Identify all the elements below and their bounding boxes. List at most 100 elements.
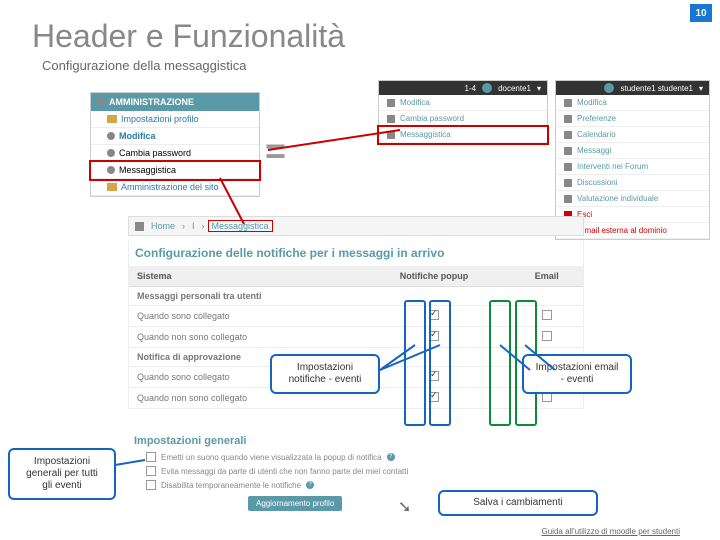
- user-item-label: Modifica: [400, 98, 430, 107]
- user-item-label: Cambia password: [400, 114, 464, 123]
- user-item-forum[interactable]: Interventi nei Forum: [556, 159, 709, 175]
- equals-symbol: =: [265, 130, 286, 172]
- admin-panel: AMMINISTRAZIONE Impostazioni profilo Mod…: [90, 92, 260, 197]
- user-top-bar: 1-4 docente1 ▾: [379, 81, 547, 95]
- home-icon: [135, 222, 144, 231]
- user-name: studente1 studente1: [620, 84, 693, 93]
- user-item-label: Discussioni: [577, 178, 617, 187]
- admin-header: AMMINISTRAZIONE: [91, 93, 259, 111]
- checkbox-sound[interactable]: [146, 452, 156, 462]
- admin-item-label: Amministrazione del sito: [121, 182, 219, 192]
- user-item-password[interactable]: Cambia password: [379, 111, 547, 127]
- breadcrumb: Home › I › Messaggistica: [128, 216, 584, 236]
- breadcrumb-home[interactable]: Home: [148, 221, 178, 231]
- user-item-label: E.mail esterna al dominio: [577, 226, 667, 235]
- save-button[interactable]: Aggiornamento profilo: [248, 496, 342, 511]
- breadcrumb-current: Messaggistica: [209, 221, 272, 231]
- user-item-label: Preferenze: [577, 114, 616, 123]
- col-email: Email: [511, 266, 584, 287]
- user-item-label: Messaggi: [577, 146, 611, 155]
- checkbox-popup-online[interactable]: [429, 310, 439, 320]
- arrow-icon: ➘: [398, 497, 411, 517]
- checkbox-popup-online2[interactable]: [429, 371, 439, 381]
- gear-icon: [564, 115, 572, 123]
- row-label: Quando sono collegato: [129, 306, 357, 327]
- callout-email: Impostazioni email - eventi: [522, 354, 632, 394]
- checkbox-email-online[interactable]: [542, 310, 552, 320]
- slide-title: Header e Funzionalità: [32, 18, 345, 55]
- general-row-block: Evita messaggi da parte di utenti che no…: [128, 464, 584, 478]
- bubble-icon: [564, 179, 572, 187]
- bubble-icon: [387, 131, 395, 139]
- general-row-label: Evita messaggi da parte di utenti che no…: [161, 467, 408, 476]
- help-icon[interactable]: ?: [387, 453, 395, 461]
- user-panel-teacher: 1-4 docente1 ▾ Modifica Cambia password Me…: [378, 80, 548, 144]
- user-item-calendar[interactable]: Calendario: [556, 127, 709, 143]
- admin-item-modify[interactable]: Modifica: [91, 128, 259, 145]
- checkbox-popup-offline[interactable]: [429, 331, 439, 341]
- user-item-preferences[interactable]: Preferenze: [556, 111, 709, 127]
- gear-icon: [107, 166, 115, 174]
- admin-item-siteadmin[interactable]: Amministrazione del sito: [91, 179, 259, 196]
- gear-icon: [97, 98, 105, 106]
- pencil-icon: [564, 99, 572, 107]
- user-item-messaging[interactable]: Messaggistica: [379, 127, 547, 143]
- user-top-bar: studente1 studente1▾: [556, 81, 709, 95]
- footer-link[interactable]: Guida all'utilizzo di moodle per student…: [542, 527, 681, 536]
- chevron-down-icon: ▾: [537, 84, 541, 93]
- checkbox-email-offline[interactable]: [542, 331, 552, 341]
- user-label: 1-4: [465, 84, 477, 93]
- table-row: Quando non sono collegato: [129, 327, 583, 348]
- row-label: Quando non sono collegato: [129, 327, 357, 348]
- general-row-sound: Emetti un suono quando viene visualizzat…: [128, 450, 584, 464]
- bubble-icon: [564, 147, 572, 155]
- chevron-right-icon: ›: [202, 221, 205, 231]
- col-system: Sistema: [129, 266, 357, 287]
- chevron-right-icon: ›: [182, 221, 185, 231]
- key-icon: [387, 115, 395, 123]
- general-title: Impostazioni generali: [128, 432, 584, 450]
- help-icon[interactable]: ?: [306, 481, 314, 489]
- bubble-icon: [564, 163, 572, 171]
- section-personal: Messaggi personali tra utenti: [129, 287, 583, 306]
- checkbox-disable[interactable]: [146, 480, 156, 490]
- gear-icon: [107, 149, 115, 157]
- config-title: Configurazione delle notifiche per i mes…: [129, 240, 583, 266]
- user-item-label: Calendario: [577, 130, 616, 139]
- user-item-discussions[interactable]: Discussioni: [556, 175, 709, 191]
- breadcrumb-sep[interactable]: I: [189, 221, 198, 231]
- user-item-modify[interactable]: Modifica: [556, 95, 709, 111]
- user-item-label: Valutazione individuale: [577, 194, 658, 203]
- checkbox-popup-offline2[interactable]: [429, 392, 439, 402]
- admin-item-label: Modifica: [119, 131, 156, 141]
- avatar-icon: [482, 83, 492, 93]
- avatar-icon: [604, 83, 614, 93]
- general-row-label: Disabilita temporaneamente le notifiche: [161, 481, 301, 490]
- pencil-icon: [387, 99, 395, 107]
- user-item-grades[interactable]: Valutazione individuale: [556, 191, 709, 207]
- callout-save: Salva i cambiamenti: [438, 490, 598, 516]
- table-header-row: Sistema Notifiche popup Email: [129, 266, 583, 287]
- user-name: docente1: [498, 84, 531, 93]
- user-item-modify[interactable]: Modifica: [379, 95, 547, 111]
- callout-general: Impostazioni generali per tutti gli even…: [8, 448, 116, 500]
- user-item-messages[interactable]: Messaggi: [556, 143, 709, 159]
- folder-icon: [107, 183, 117, 191]
- user-item-label: Modifica: [577, 98, 607, 107]
- gear-icon: [107, 132, 115, 140]
- admin-item-profile[interactable]: Impostazioni profilo: [91, 111, 259, 128]
- admin-item-label: Cambia password: [119, 148, 191, 158]
- calendar-icon: [564, 131, 572, 139]
- folder-icon: [107, 115, 117, 123]
- admin-item-label: Impostazioni profilo: [121, 114, 199, 124]
- callout-notifications: Impostazioni notifiche - eventi: [270, 354, 380, 394]
- col-popup: Notifiche popup: [357, 266, 510, 287]
- admin-item-password[interactable]: Cambia password: [91, 145, 259, 162]
- admin-item-messaging[interactable]: Messaggistica: [91, 162, 259, 179]
- user-item-label: Interventi nei Forum: [577, 162, 648, 171]
- chart-icon: [564, 195, 572, 203]
- table-row: Messaggi personali tra utenti: [129, 287, 583, 306]
- checkbox-block[interactable]: [146, 466, 156, 476]
- table-row: Quando sono collegato: [129, 306, 583, 327]
- page-number: 10: [690, 4, 712, 22]
